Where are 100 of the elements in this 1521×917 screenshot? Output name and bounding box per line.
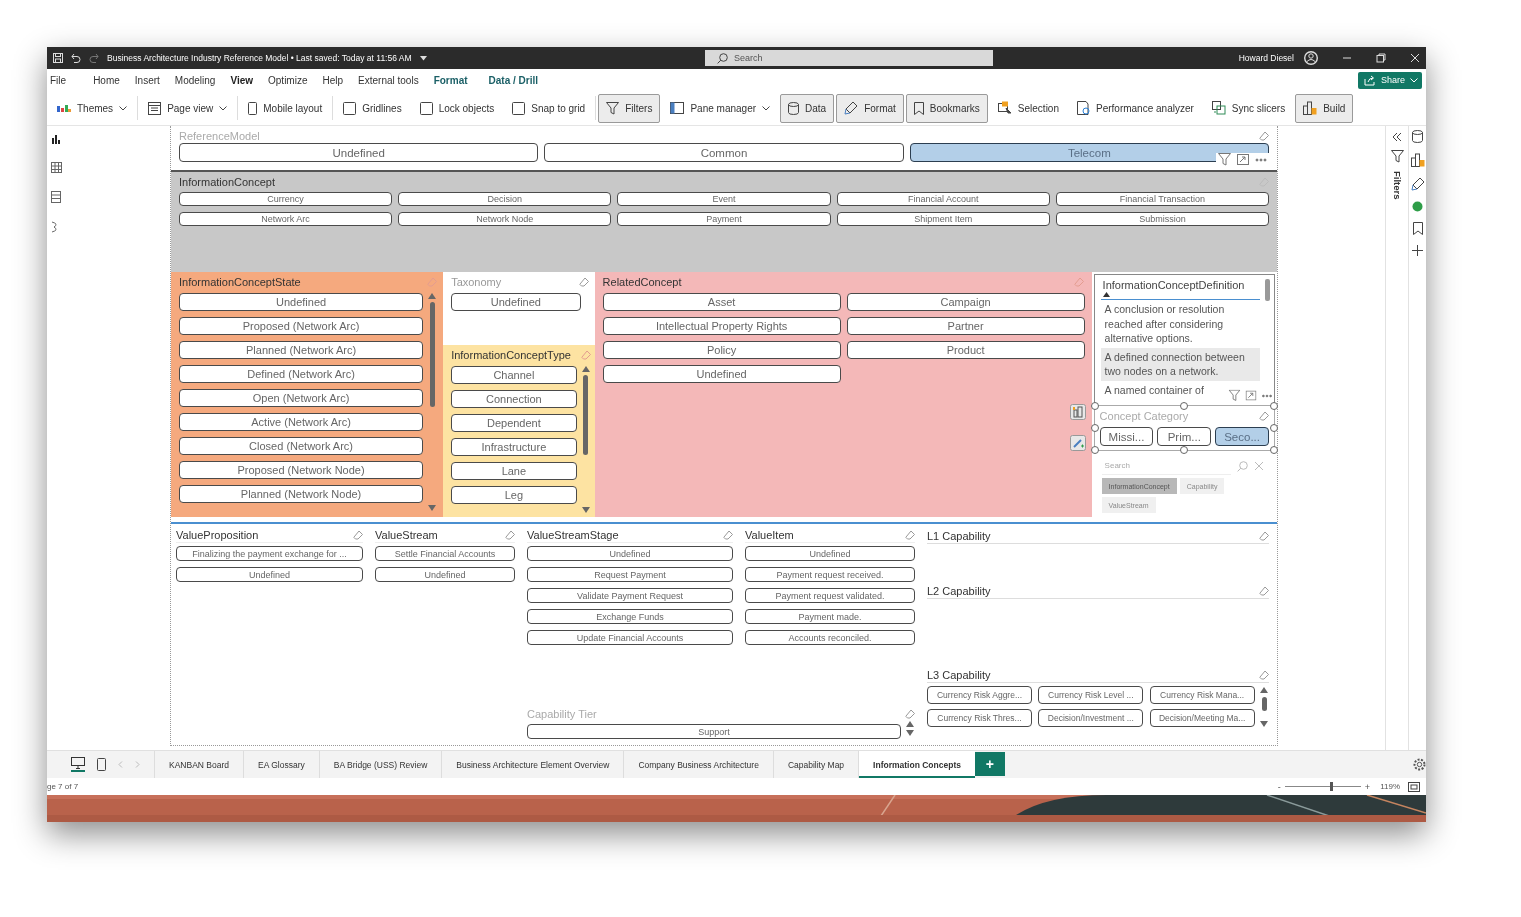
eraser-icon[interactable] — [905, 530, 915, 540]
eraser-icon[interactable] — [905, 708, 915, 719]
slicer-item[interactable]: Product — [846, 341, 1085, 359]
slicer-item[interactable]: Closed (Network Arc) — [179, 437, 424, 455]
slicer-item[interactable]: Decision/Meeting Ma... — [1149, 709, 1255, 727]
page-tab[interactable]: Company Business Architecture — [623, 751, 773, 778]
slicer-item[interactable]: Partner — [846, 317, 1085, 335]
resize-handle[interactable] — [1180, 446, 1189, 454]
checkbox[interactable]: Lock objects — [411, 93, 503, 123]
dropdown-button[interactable]: Pane manager — [662, 93, 779, 123]
slicer-item[interactable]: Currency — [179, 192, 393, 206]
page-tab[interactable]: BA Bridge (USS) Review — [318, 751, 442, 778]
undo-icon[interactable] — [71, 53, 81, 63]
table-cell[interactable]: A conclusion or resolution reached after considering alternative options. — [1100, 300, 1260, 348]
ribbon-button[interactable]: Data — [780, 93, 835, 123]
slicer-item[interactable]: Prim... — [1157, 427, 1212, 446]
checkbox-icon[interactable] — [512, 101, 526, 115]
slicer-item[interactable]: Seco... — [1215, 427, 1269, 446]
slicer-item[interactable]: Undefined — [375, 567, 515, 582]
eraser-icon[interactable] — [1259, 669, 1269, 680]
chart-icon[interactable] — [1410, 153, 1425, 167]
slicer-item[interactable]: Currency Risk Mana... — [1149, 686, 1255, 704]
slicer-item[interactable]: Settle Financial Accounts — [375, 546, 515, 561]
slicer-item[interactable]: Planned (Network Arc) — [179, 341, 424, 359]
slicer-item[interactable]: Telecom — [909, 143, 1269, 162]
circle-icon[interactable] — [1412, 201, 1423, 212]
restore-icon[interactable] — [1376, 53, 1386, 63]
slicer-item[interactable]: Support — [527, 724, 901, 739]
slicer-item[interactable]: Finalizing the payment exchange for ... — [176, 546, 363, 561]
add-page-button[interactable]: + — [974, 752, 1005, 776]
focus-mode-icon[interactable] — [1245, 390, 1257, 401]
slicer-item[interactable]: Undefined — [527, 546, 733, 561]
page-tab[interactable]: EA Glossary — [243, 751, 319, 778]
slicer-item[interactable]: Proposed (Network Arc) — [179, 317, 424, 335]
caret-icon[interactable] — [419, 55, 427, 61]
settings-icon[interactable] — [1413, 758, 1426, 771]
slicer-item[interactable]: Undefined — [745, 546, 915, 561]
more-icon[interactable] — [1255, 157, 1267, 162]
model-view-icon[interactable] — [51, 191, 61, 203]
zoom-out-button[interactable]: - — [1273, 781, 1285, 792]
avatar-icon[interactable] — [1304, 51, 1318, 65]
ribbon-button[interactable]: Build — [1295, 93, 1354, 123]
paintbrush-icon[interactable] — [1410, 177, 1425, 191]
share-button[interactable]: Share — [1357, 71, 1422, 89]
slicer-item[interactable]: Currency Risk Thres... — [927, 709, 1032, 727]
redo-icon[interactable] — [89, 53, 99, 63]
slicer-item[interactable]: Campaign — [846, 293, 1085, 311]
scrollbar[interactable] — [1265, 279, 1270, 301]
more-icon[interactable] — [1261, 393, 1273, 398]
slicer-item[interactable]: Currency Risk Level ... — [1038, 686, 1144, 704]
slicer-item[interactable]: Validate Payment Request — [527, 588, 733, 603]
slicer-item[interactable]: Accounts reconciled. — [745, 630, 915, 645]
slicer-item[interactable]: Infrastructure — [451, 438, 577, 456]
slicer-item[interactable]: Undefined — [602, 365, 841, 383]
slicer-item[interactable]: Decision — [398, 192, 612, 206]
menu-tab[interactable]: Optimize — [265, 71, 320, 89]
phone-icon[interactable] — [97, 758, 106, 771]
ribbon-button[interactable]: Sync slicers — [1203, 93, 1294, 123]
checkbox-icon[interactable] — [343, 101, 357, 115]
resize-handle[interactable] — [1270, 424, 1278, 432]
table-view-icon[interactable] — [50, 162, 62, 173]
slicer-item[interactable]: Payment — [617, 212, 831, 226]
slicer-item[interactable]: Undefined — [451, 293, 581, 311]
ribbon-button[interactable]: Filters — [598, 93, 661, 123]
slicer-item[interactable]: Submission — [1055, 212, 1269, 226]
dropdown-button[interactable]: Page view — [140, 93, 236, 123]
slicer-item[interactable]: Event — [617, 192, 831, 206]
slicer-item[interactable]: Missi... — [1099, 427, 1154, 446]
focus-mode-icon[interactable] — [1237, 154, 1249, 165]
ribbon-button[interactable]: Format — [836, 93, 904, 123]
plus-icon[interactable] — [1412, 245, 1423, 256]
slicer-item[interactable]: Dependent — [451, 414, 577, 432]
eraser-icon[interactable] — [723, 530, 733, 540]
pane-label[interactable]: Filters — [1391, 171, 1403, 200]
bookmark-icon[interactable] — [1412, 222, 1423, 235]
menu-tab[interactable]: File — [49, 71, 91, 89]
slicer-item[interactable]: Financial Account — [836, 192, 1050, 206]
dropdown-button[interactable]: Themes — [49, 93, 136, 123]
slicer-item[interactable]: Leg — [451, 486, 577, 504]
resize-handle[interactable] — [1270, 402, 1278, 410]
slicer-item[interactable]: Undefined — [179, 143, 539, 162]
resize-handle[interactable] — [1180, 402, 1189, 410]
save-icon[interactable] — [53, 53, 63, 63]
slicer-item[interactable]: Asset — [602, 293, 841, 311]
slicer-item[interactable]: Undefined — [176, 567, 363, 582]
resize-handle[interactable] — [1090, 402, 1099, 410]
slicer-item[interactable]: Payment request validated. — [745, 588, 915, 603]
resize-handle[interactable] — [1090, 424, 1099, 432]
checkbox[interactable]: Snap to grid — [504, 93, 594, 123]
report-view-icon[interactable] — [51, 134, 61, 144]
ribbon-button[interactable]: Bookmarks — [905, 93, 988, 123]
slicer-item[interactable]: Planned (Network Node) — [179, 485, 424, 503]
slicer-item[interactable]: Decision/Investment ... — [1038, 709, 1144, 727]
slicer-item[interactable]: Common — [544, 143, 904, 162]
menu-tab[interactable]: Home — [90, 71, 132, 89]
eraser-icon[interactable] — [1259, 410, 1269, 421]
menu-tab[interactable]: Modeling — [171, 71, 228, 89]
menu-tab[interactable]: Insert — [131, 71, 172, 89]
close-icon[interactable] — [1410, 53, 1420, 63]
slicer-item[interactable]: Shipment Item — [836, 212, 1050, 226]
